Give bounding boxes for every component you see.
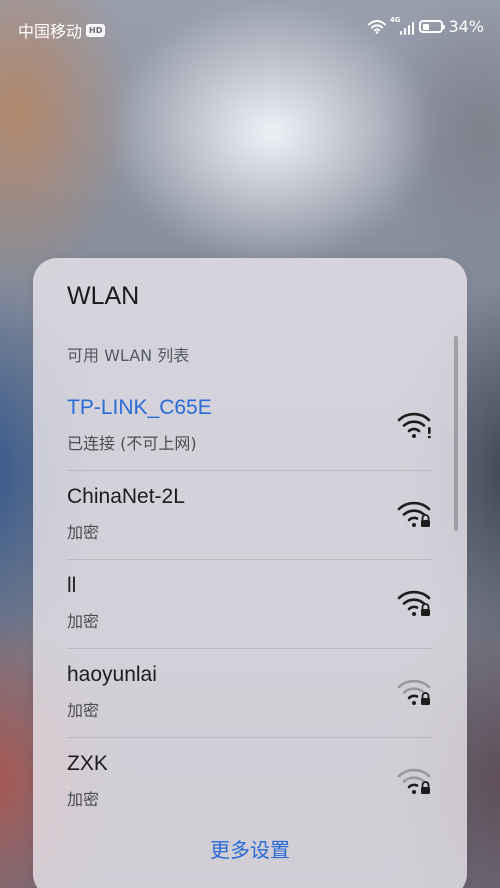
network-status: 加密	[67, 701, 100, 720]
battery-percent: 34%	[448, 17, 484, 36]
wifi-weak-lock-icon	[397, 679, 431, 705]
network-name: ll	[67, 574, 77, 597]
network-status: 已连接 (不可上网)	[67, 434, 197, 453]
network-name: TP-LINK_C65E	[67, 396, 212, 419]
more-settings-button[interactable]: 更多设置	[33, 834, 467, 863]
network-item[interactable]: ll 加密	[67, 560, 433, 649]
status-icons: 4G 34%	[367, 15, 484, 36]
network-item[interactable]: ChinaNet-2L 加密	[67, 471, 433, 560]
network-type: 4G	[389, 15, 401, 24]
carrier-info: 中国移动 HD	[18, 18, 106, 42]
carrier-name: 中国移动	[18, 22, 83, 41]
status-bar: 中国移动 HD 4G 34%	[0, 0, 500, 56]
available-networks-label: 可用 WLAN 列表	[67, 346, 190, 365]
wifi-lock-icon	[397, 501, 431, 527]
wifi-lock-icon	[397, 590, 431, 616]
network-status: 加密	[67, 612, 100, 631]
network-item[interactable]: TP-LINK_C65E 已连接 (不可上网)	[67, 382, 433, 471]
scrollbar[interactable]	[454, 336, 458, 531]
wifi-status-icon	[367, 19, 386, 34]
network-item[interactable]: haoyunlai 加密	[67, 649, 433, 738]
network-name: ZXK	[67, 752, 108, 775]
network-name: haoyunlai	[67, 663, 157, 686]
network-name: ChinaNet-2L	[67, 485, 185, 508]
network-status: 加密	[67, 790, 100, 809]
hd-badge: HD	[86, 23, 106, 37]
wifi-alert-icon	[397, 412, 431, 439]
wlan-panel: WLAN 可用 WLAN 列表 TP-LINK_C65E 已连接 (不可上网) …	[33, 258, 467, 888]
network-status: 加密	[67, 523, 100, 542]
wifi-weak-lock-icon	[397, 768, 431, 794]
cellular-signal-icon: 4G	[389, 15, 415, 35]
panel-title: WLAN	[67, 282, 140, 310]
network-item[interactable]: ZXK 加密	[67, 738, 433, 827]
network-list: TP-LINK_C65E 已连接 (不可上网) ChinaNet-2L 加密 l…	[67, 382, 433, 827]
battery-icon	[419, 20, 446, 33]
